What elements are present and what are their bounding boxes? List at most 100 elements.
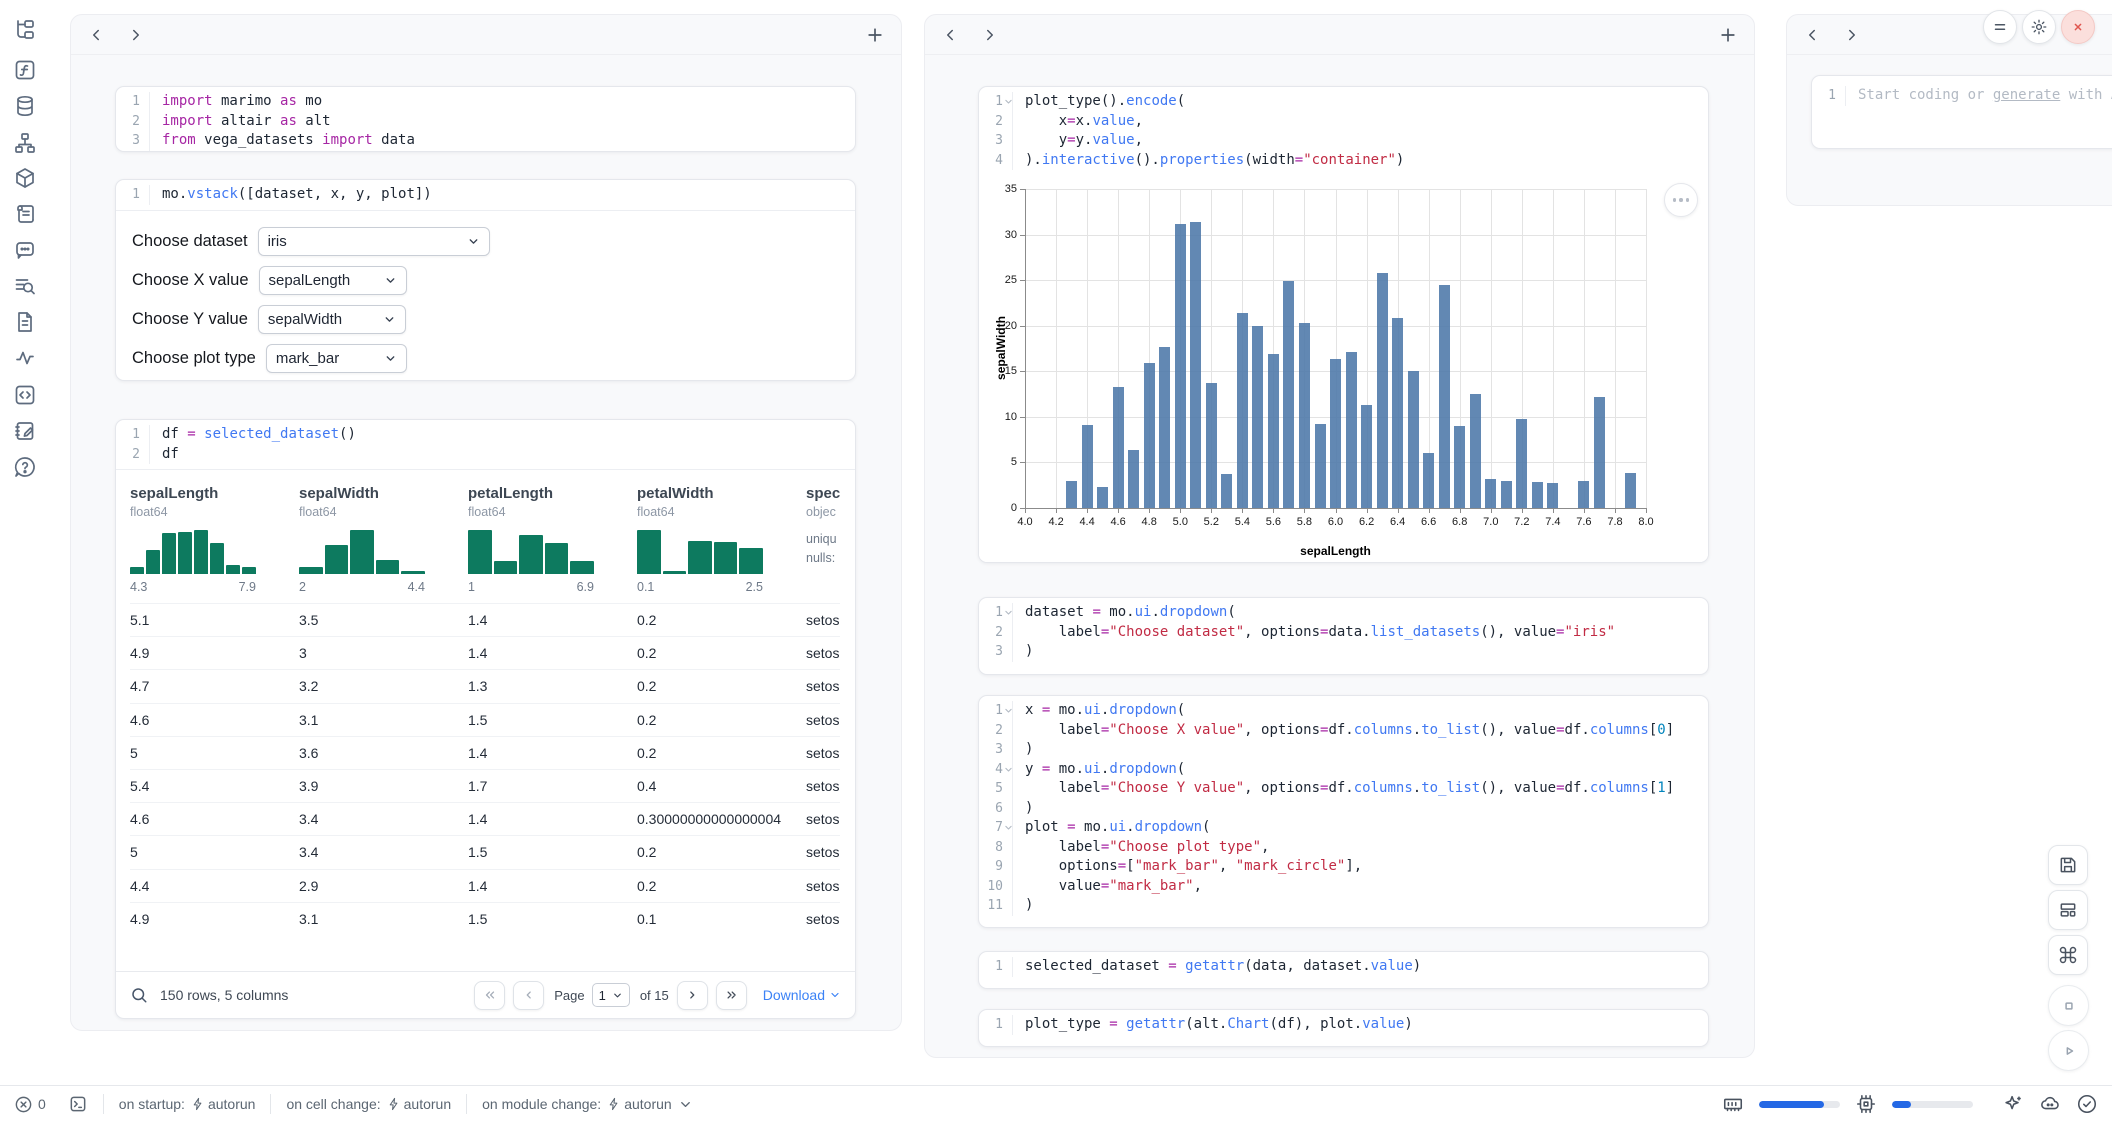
cpu-icon (1855, 1093, 1877, 1115)
table-row[interactable]: 4.42.91.40.2setos (130, 869, 840, 902)
run-all-button[interactable] (2048, 1030, 2089, 1071)
chart-menu-button[interactable] (1664, 183, 1698, 217)
table-row[interactable]: 4.93.11.50.1setos (130, 902, 840, 935)
first-page-button[interactable] (474, 981, 505, 1010)
snippets-icon[interactable] (13, 383, 37, 407)
table-cell: setos (806, 911, 840, 927)
column-left-icon[interactable] (941, 26, 959, 44)
table-column-header[interactable]: sepalWidthfloat6424.4 (299, 485, 468, 595)
altair-bar-chart[interactable]: 4.04.24.44.64.85.05.25.45.65.86.06.26.46… (979, 175, 1708, 563)
code-editor[interactable]: 1df = selected_dataset()2df (116, 420, 855, 470)
dropdown-select[interactable]: iris (258, 227, 490, 256)
line-number: 9 (979, 857, 1013, 877)
save-button[interactable] (2048, 845, 2088, 885)
runtime-config-item[interactable]: on cell change:autorun (286, 1096, 451, 1112)
y-axis-title: sepalWidth (994, 298, 1008, 398)
code-editor[interactable]: 1x = mo.ui.dropdown(2 label="Choose X va… (979, 696, 1708, 921)
dependency-graph-icon[interactable] (13, 131, 37, 155)
notebook-menu-button[interactable] (1983, 10, 2017, 44)
page-select[interactable]: 1 (592, 983, 630, 1007)
table-row[interactable]: 4.931.40.2setos (130, 636, 840, 669)
logs-icon[interactable] (13, 274, 37, 298)
help-icon[interactable] (13, 455, 37, 479)
chart-bar (1361, 405, 1372, 508)
line-number: 1 (979, 701, 1013, 721)
functions-icon[interactable] (13, 58, 37, 82)
ai-sparkles-button[interactable] (2002, 1093, 2024, 1115)
code-editor[interactable]: 1 Start coding or generate with AI. (1812, 76, 2112, 116)
runtime-config-item[interactable]: on module change:autorun (482, 1096, 693, 1112)
settings-button[interactable] (2022, 10, 2056, 44)
command-palette-button[interactable] (2048, 935, 2088, 975)
column-right-icon[interactable] (127, 26, 145, 44)
packages-icon[interactable] (13, 166, 37, 190)
table-row[interactable]: 53.41.50.2setos (130, 835, 840, 868)
dropdown-select[interactable]: mark_bar (266, 344, 407, 373)
column-histogram (130, 530, 256, 574)
dropdown-select[interactable]: sepalWidth (258, 305, 406, 334)
code-editor[interactable]: 1mo.vstack([dataset, x, y, plot]) (116, 180, 855, 211)
scratchpad-icon[interactable] (13, 202, 37, 226)
memory-usage-meter (1759, 1101, 1840, 1108)
table-cell: 0.30000000000000004 (637, 811, 806, 827)
table-row[interactable]: 4.63.41.40.30000000000000004setos (130, 802, 840, 835)
table-cell: setos (806, 878, 840, 894)
chart-bar (1377, 273, 1388, 508)
ai-chat-icon[interactable] (13, 238, 37, 262)
code-editor[interactable]: 1plot_type = getattr(alt.Chart(df), plot… (979, 1010, 1708, 1040)
table-column-header[interactable]: petalWidthfloat640.12.5 (637, 485, 806, 595)
table-column-header[interactable]: petalLengthfloat6416.9 (468, 485, 637, 595)
table-cell: 3.4 (299, 811, 468, 827)
last-page-button[interactable] (716, 981, 747, 1010)
table-row[interactable]: 5.43.91.70.4setos (130, 769, 840, 802)
terminal-button[interactable] (68, 1094, 88, 1114)
line-number: 1 (979, 957, 1013, 977)
table-row[interactable]: 53.61.40.2setos (130, 736, 840, 769)
code-editor[interactable]: 1plot_type().encode(2 x=x.value,3 y=y.va… (979, 87, 1708, 176)
table-cell: 1.5 (468, 844, 637, 860)
column-left-icon[interactable] (87, 26, 105, 44)
table-column-header[interactable]: speciobjecuniqunulls: (806, 485, 840, 595)
search-icon[interactable] (130, 986, 148, 1004)
code-editor[interactable]: 1dataset = mo.ui.dropdown(2 label="Choos… (979, 598, 1708, 667)
prev-page-button[interactable] (513, 981, 544, 1010)
add-cell-icon[interactable] (1718, 25, 1738, 45)
table-row[interactable]: 4.73.21.30.2setos (130, 669, 840, 702)
layout-button[interactable] (2048, 890, 2088, 930)
x-axis-title: sepalLength (1025, 544, 1646, 558)
column-right-icon[interactable] (1843, 26, 1861, 44)
table-row[interactable]: 5.13.51.40.2setos (130, 603, 840, 636)
dropdown-select[interactable]: sepalLength (259, 266, 407, 295)
stop-button[interactable] (2048, 985, 2089, 1026)
documentation-icon[interactable] (13, 310, 37, 334)
command-icon (2058, 945, 2078, 965)
chart-bar (1268, 354, 1279, 508)
chart-bar (1113, 387, 1124, 508)
line-number: 4 (979, 760, 1013, 780)
error-count-button[interactable]: 0 (14, 1095, 46, 1114)
datasources-icon[interactable] (13, 94, 37, 118)
tracing-icon[interactable] (13, 346, 37, 370)
chart-bar (1470, 394, 1481, 508)
cell-dataset-dropdown: 1dataset = mo.ui.dropdown(2 label="Choos… (978, 597, 1709, 675)
runtime-config-item[interactable]: on startup:autorun (119, 1096, 256, 1112)
add-cell-icon[interactable] (865, 25, 885, 45)
column-right-icon[interactable] (981, 26, 999, 44)
line-number: 4 (979, 151, 1013, 171)
table-column-header[interactable]: sepalLengthfloat644.37.9 (130, 485, 299, 595)
table-cell: 5.1 (130, 612, 299, 628)
code-editor[interactable]: 1selected_dataset = getattr(data, datase… (979, 952, 1708, 982)
shutdown-button[interactable] (2061, 10, 2095, 44)
assistant-button[interactable] (2039, 1093, 2061, 1115)
table-row[interactable]: 4.63.11.50.2setos (130, 703, 840, 736)
next-page-button[interactable] (677, 981, 708, 1010)
generate-with-ai-link[interactable]: generate (1993, 87, 2060, 103)
chart-bar (1547, 483, 1558, 509)
notebook-icon[interactable] (13, 419, 37, 443)
code-editor[interactable]: 1import marimo as mo2import altair as al… (116, 87, 855, 152)
column-left-icon[interactable] (1803, 26, 1821, 44)
file-explorer-icon[interactable] (13, 18, 37, 42)
notebook-column-3: 1 Start coding or generate with AI. (1786, 14, 2112, 206)
table-cell: 1.4 (468, 811, 637, 827)
download-button[interactable]: Download (763, 987, 841, 1003)
